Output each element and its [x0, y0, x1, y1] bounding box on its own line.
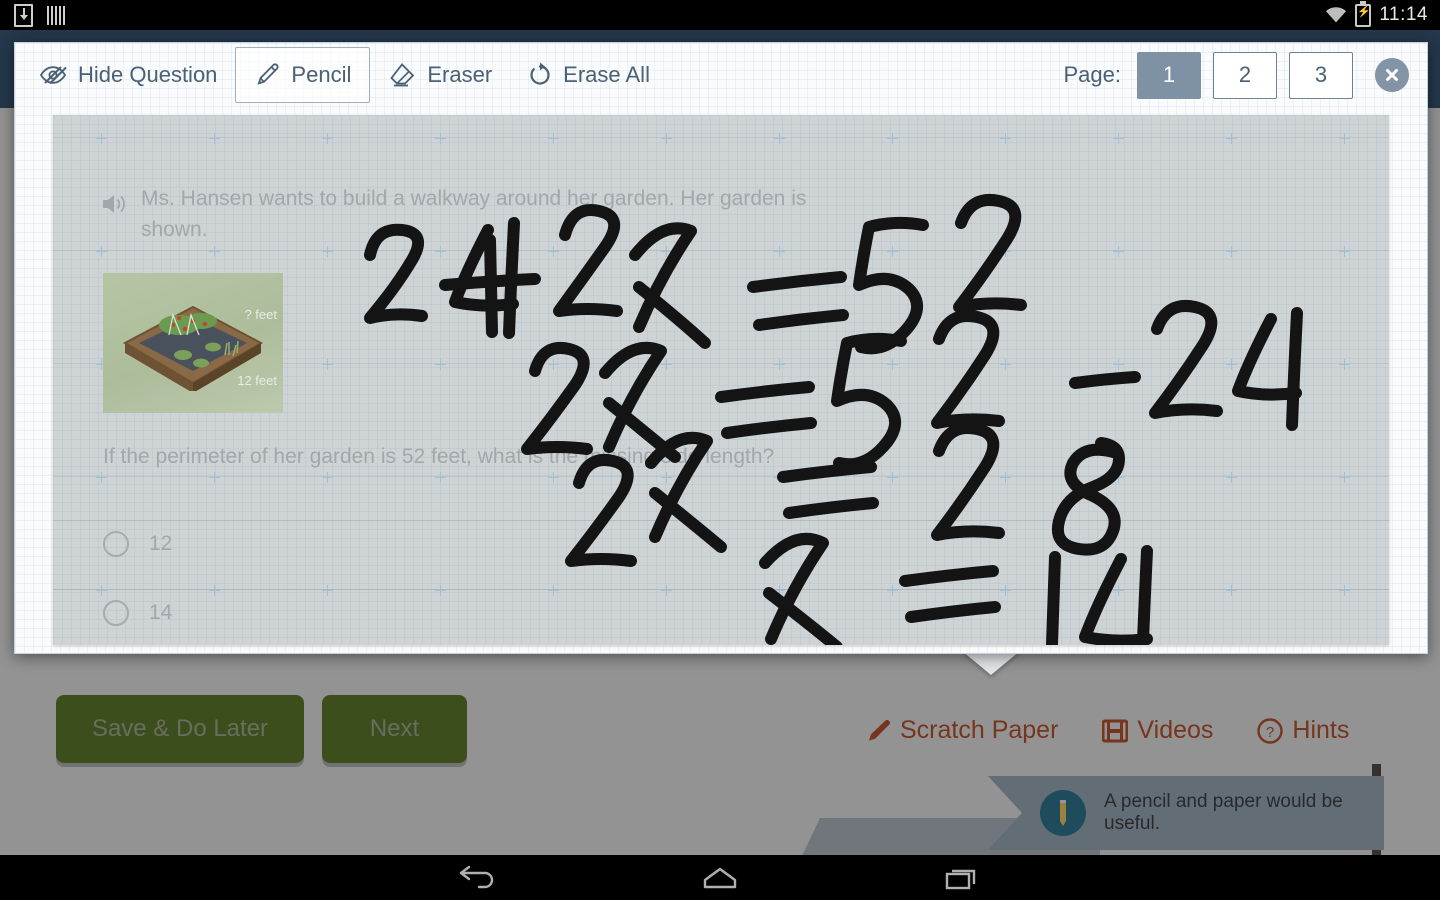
status-bar: 11:14 — [0, 0, 1440, 30]
page-button-3[interactable]: 3 — [1289, 51, 1353, 99]
hide-question-button[interactable]: Hide Question — [15, 48, 235, 102]
answer-option-label: 12 — [149, 532, 173, 555]
status-bar-right: 11:14 — [1325, 0, 1440, 27]
bars-icon — [47, 5, 65, 25]
garden-bed-illustration: ? feet 12 feet — [103, 273, 283, 413]
home-icon[interactable] — [699, 865, 741, 891]
page-button-2[interactable]: 2 — [1213, 51, 1277, 99]
radio-button[interactable] — [103, 600, 129, 626]
back-icon[interactable] — [457, 865, 499, 891]
hide-question-label: Hide Question — [78, 62, 218, 87]
scratch-paper-panel: Hide Question Pencil Eraser Erase All Pa… — [14, 42, 1428, 654]
scratch-sheet[interactable]: Ms. Hansen wants to build a walkway arou… — [53, 115, 1389, 645]
status-clock: 11:14 — [1379, 4, 1428, 25]
close-scratch-paper-button[interactable] — [1375, 58, 1409, 92]
faded-question-content: Ms. Hansen wants to build a walkway arou… — [53, 115, 1389, 645]
eye-slash-icon — [39, 64, 67, 86]
eraser-icon — [388, 62, 416, 88]
battery-charging-icon — [1355, 0, 1372, 27]
option-divider — [53, 589, 1389, 590]
pencil-label: Pencil — [291, 62, 352, 87]
android-screen: 11:14 Save & Do Later Next Scratch Paper… — [0, 0, 1440, 900]
question-stem: Ms. Hansen wants to build a walkway arou… — [141, 187, 807, 241]
answer-option-label: 14 — [149, 601, 173, 624]
garden-label-known: 12 feet — [237, 373, 277, 388]
erase-all-label: Erase All — [563, 62, 650, 87]
page-button-1[interactable]: 1 — [1137, 51, 1201, 99]
refresh-icon — [528, 62, 552, 88]
scratch-toolbar: Hide Question Pencil Eraser Erase All Pa… — [15, 43, 1427, 107]
erase-all-button[interactable]: Erase All — [510, 48, 668, 102]
pencil-tool-button[interactable]: Pencil — [235, 47, 371, 103]
page-label: Page: — [1063, 62, 1122, 87]
eraser-label: Eraser — [427, 62, 493, 87]
eraser-tool-button[interactable]: Eraser — [370, 48, 510, 102]
android-nav-bar — [0, 855, 1440, 900]
scratch-panel-pointer — [962, 651, 1020, 675]
recents-icon[interactable] — [941, 865, 983, 891]
option-divider — [53, 520, 1389, 521]
status-bar-left — [0, 3, 65, 27]
pencil-icon — [254, 62, 280, 88]
download-icon — [14, 3, 33, 27]
speaker-icon[interactable] — [101, 193, 129, 220]
radio-button[interactable] — [103, 531, 129, 557]
answer-option-14[interactable]: 14 — [103, 600, 172, 626]
garden-label-missing: ? feet — [244, 307, 277, 322]
wifi-icon — [1325, 7, 1347, 23]
question-prompt: If the perimeter of her garden is 52 fee… — [103, 445, 775, 468]
page-selector: Page: 1 2 3 — [1063, 51, 1428, 99]
answer-option-12[interactable]: 12 — [103, 531, 172, 557]
